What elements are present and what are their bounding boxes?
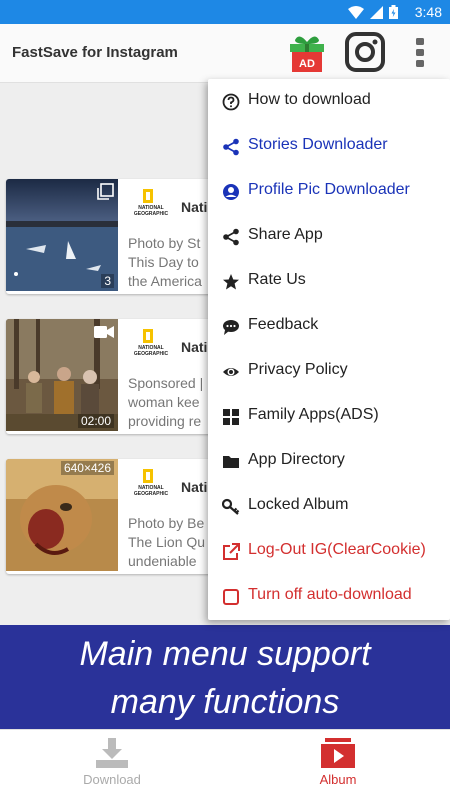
menu-item-label: Feedback	[248, 316, 319, 333]
post-thumbnail[interactable]: 640×426	[6, 459, 118, 571]
menu-item-feedback[interactable]: Feedback	[208, 304, 450, 349]
menu-item-locked-album[interactable]: Locked Album	[208, 484, 450, 529]
eye-icon	[223, 368, 239, 376]
share-nodes-icon	[223, 138, 239, 156]
video-duration-badge: 02:00	[77, 414, 114, 428]
menu-item-label: App Directory	[248, 451, 345, 468]
menu-item-label: Privacy Policy	[248, 361, 348, 378]
menu-item-profile-pic-downloader[interactable]: Profile Pic Downloader	[208, 169, 450, 214]
menu-item-turn-off-auto-download[interactable]: Turn off auto-download	[208, 574, 450, 619]
overflow-menu: How to download Stories Downloader Profi…	[208, 79, 450, 620]
gift-icon: AD	[290, 36, 324, 72]
checkbox-icon[interactable]	[222, 588, 240, 606]
signal-icon	[370, 5, 383, 19]
menu-item-label: Log-Out IG(ClearCookie)	[248, 541, 426, 558]
national-geographic-logo: NATIONAL GEOGRAPHIC	[131, 469, 171, 501]
menu-item-logout-ig[interactable]: Log-Out IG(ClearCookie)	[208, 529, 450, 574]
wifi-icon	[348, 5, 364, 19]
menu-item-label: Stories Downloader	[248, 136, 388, 153]
promo-banner: Main menu support many functions	[0, 625, 450, 729]
nav-album[interactable]: Album	[278, 738, 398, 787]
menu-item-label: Family Apps(ADS)	[248, 406, 379, 423]
banner-line-1: Main menu support	[79, 635, 371, 673]
menu-item-stories-downloader[interactable]: Stories Downloader	[208, 124, 450, 169]
download-icon	[96, 738, 128, 768]
gift-ad-label: AD	[299, 58, 315, 70]
instagram-button[interactable]	[345, 32, 385, 72]
account-name: Nati	[181, 199, 208, 215]
media-count-badge: 3	[101, 274, 114, 288]
battery-icon	[389, 5, 398, 19]
multiple-images-icon	[97, 183, 114, 200]
menu-item-label: Rate Us	[248, 271, 306, 288]
star-icon	[223, 274, 239, 290]
nav-download-label: Download	[83, 772, 141, 787]
post-thumbnail[interactable]: 3	[6, 179, 118, 291]
folder-icon	[223, 456, 239, 468]
menu-item-privacy-policy[interactable]: Privacy Policy	[208, 349, 450, 394]
menu-item-how-to-download[interactable]: How to download	[208, 79, 450, 124]
menu-item-app-directory[interactable]: App Directory	[208, 439, 450, 484]
app-bar: FastSave for Instagram AD	[0, 24, 450, 83]
account-name: Nati	[181, 339, 208, 355]
chat-bubble-icon	[223, 320, 239, 335]
menu-item-label: Profile Pic Downloader	[248, 181, 410, 198]
account-name: Nati	[181, 479, 208, 495]
status-time: 3:48	[414, 4, 442, 20]
instagram-icon	[345, 32, 385, 72]
help-circle-icon	[222, 93, 240, 111]
post-thumbnail[interactable]: 02:00	[6, 319, 118, 431]
menu-item-label: How to download	[248, 91, 371, 108]
menu-item-label: Turn off auto-download	[248, 586, 412, 603]
menu-item-label: Share App	[248, 226, 323, 243]
national-geographic-logo: NATIONAL GEOGRAPHIC	[131, 189, 171, 221]
status-icons	[348, 5, 398, 19]
banner-line-2: many functions	[110, 683, 340, 721]
menu-item-share-app[interactable]: Share App	[208, 214, 450, 259]
nav-download[interactable]: Download	[52, 738, 172, 787]
image-size-badge: 640×426	[60, 461, 114, 475]
national-geographic-logo: NATIONAL GEOGRAPHIC	[131, 329, 171, 361]
lion-photo	[6, 459, 118, 571]
status-bar: 3:48	[0, 0, 450, 24]
menu-item-rate-us[interactable]: Rate Us	[208, 259, 450, 304]
album-play-icon	[321, 738, 355, 768]
overflow-menu-button[interactable]	[412, 38, 428, 68]
video-camera-icon	[94, 326, 114, 338]
share-icon	[223, 228, 239, 246]
nav-album-label: Album	[319, 772, 357, 787]
external-link-icon	[223, 543, 240, 560]
account-circle-icon	[223, 184, 239, 200]
app-title: FastSave for Instagram	[12, 44, 178, 61]
more-vertical-icon	[416, 38, 424, 67]
gift-ad-button[interactable]: AD	[287, 34, 327, 74]
menu-item-label: Locked Album	[248, 496, 349, 513]
menu-item-family-apps[interactable]: Family Apps(ADS)	[208, 394, 450, 439]
bottom-navigation: Download Album	[0, 729, 450, 801]
grid-icon	[223, 409, 239, 425]
key-icon	[222, 498, 240, 515]
